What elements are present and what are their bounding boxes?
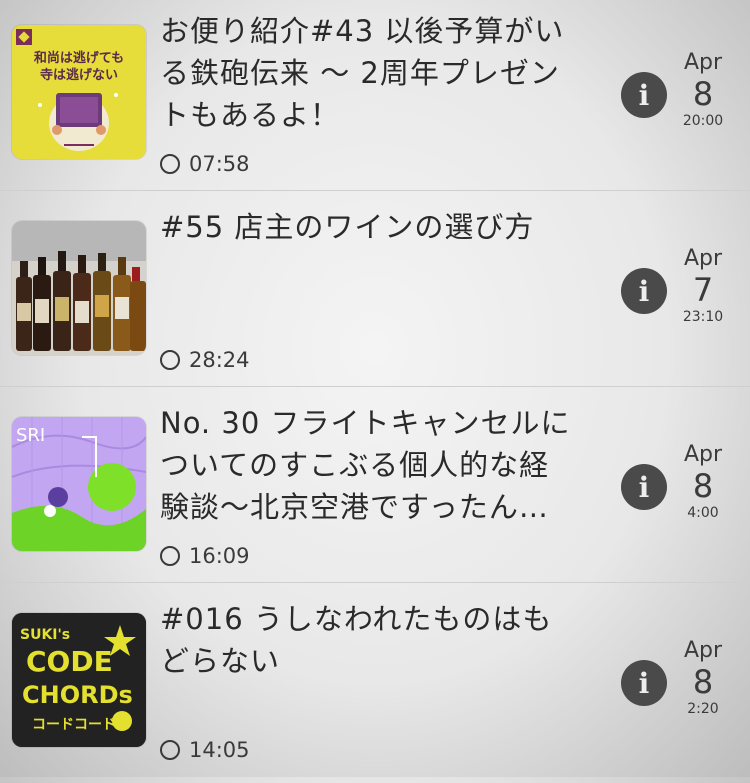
episode-date: Apr 8 20:00	[672, 50, 734, 130]
artwork-line-4: コードコード	[32, 717, 116, 733]
clock-icon	[160, 546, 180, 566]
date-month: Apr	[683, 442, 723, 467]
date-month: Apr	[683, 246, 723, 271]
row-divider	[0, 386, 750, 387]
clock-icon	[160, 740, 180, 760]
artwork-image	[12, 221, 146, 355]
info-icon: i	[638, 666, 650, 700]
episode-duration: 07:58	[160, 152, 250, 176]
duration-text: 07:58	[189, 152, 250, 176]
info-button[interactable]: i	[621, 268, 667, 314]
episode-date: Apr 8 4:00	[672, 442, 734, 522]
artwork-line-1: SUKI's	[20, 627, 70, 643]
episode-artwork: SRI	[12, 417, 146, 551]
duration-text: 16:09	[189, 544, 250, 568]
info-button[interactable]: i	[621, 660, 667, 706]
artwork-image: 和尚は逃げても 寺は逃げない	[12, 25, 146, 159]
clock-icon	[160, 154, 180, 174]
row-divider	[0, 190, 750, 191]
episode-row[interactable]: 和尚は逃げても 寺は逃げない お便り紹介#43 以後予算がい る鉄砲伝来 〜 2…	[0, 0, 750, 195]
artwork-line-1: SRI	[16, 425, 45, 446]
title-line: お便り紹介#43 以後予算がい	[160, 14, 565, 48]
clock-icon	[160, 350, 180, 370]
date-day: 8	[692, 75, 714, 113]
date-month: Apr	[683, 638, 723, 663]
info-icon: i	[638, 274, 650, 308]
episode-artwork: SUKI's CODE CHORDs コードコード	[12, 613, 146, 747]
episode-date: Apr 8 2:20	[672, 638, 734, 718]
title-line: ついてのすこぶる個人的な経	[160, 448, 550, 482]
date-time: 23:10	[682, 309, 724, 325]
duration-text: 14:05	[189, 738, 250, 762]
title-line: どらない	[160, 644, 281, 678]
episode-date: Apr 7 23:10	[672, 246, 734, 326]
info-icon: i	[638, 470, 650, 504]
date-time: 4:00	[687, 505, 719, 521]
episode-title: お便り紹介#43 以後予算がい る鉄砲伝来 〜 2周年プレゼン トもあるよ！	[160, 10, 615, 136]
episode-duration: 14:05	[160, 738, 250, 762]
episode-row[interactable]: SRI No. 30 フライトキャンセルに ついてのすこぶる個人的な経 験談〜北…	[0, 392, 750, 587]
episode-row[interactable]: SUKI's CODE CHORDs コードコード #016 うしなわれたものは…	[0, 588, 750, 783]
artwork-image: SUKI's CODE CHORDs コードコード	[12, 613, 146, 747]
episode-title: #016 うしなわれたものはも どらない	[160, 598, 615, 682]
artwork-line-1: 和尚は逃げても	[34, 50, 124, 66]
artwork-line-2: CODE	[26, 645, 113, 678]
date-day: 8	[692, 663, 714, 701]
date-day: 7	[692, 271, 714, 309]
artwork-image: SRI	[12, 417, 146, 551]
info-button[interactable]: i	[621, 464, 667, 510]
date-time: 20:00	[682, 113, 724, 129]
info-icon: i	[638, 78, 650, 112]
episode-title: No. 30 フライトキャンセルに ついてのすこぶる個人的な経 験談〜北京空港で…	[160, 402, 615, 528]
duration-text: 28:24	[189, 348, 250, 372]
episode-list: 和尚は逃げても 寺は逃げない お便り紹介#43 以後予算がい る鉄砲伝来 〜 2…	[0, 0, 750, 777]
info-button[interactable]: i	[621, 72, 667, 118]
date-month: Apr	[683, 50, 723, 75]
artwork-line-3: CHORDs	[22, 681, 133, 709]
episode-row[interactable]: #55 店主のワインの選び方 28:24 i Apr 7 23:10	[0, 196, 750, 391]
date-time: 2:20	[687, 701, 719, 717]
episode-duration: 28:24	[160, 348, 250, 372]
title-line: #016 うしなわれたものはも	[160, 602, 553, 636]
title-line: 験談〜北京空港ですったん…	[160, 490, 549, 524]
episode-duration: 16:09	[160, 544, 250, 568]
title-line: トもあるよ！	[160, 98, 341, 132]
title-line: る鉄砲伝来 〜 2周年プレゼン	[160, 56, 560, 90]
date-day: 8	[692, 467, 714, 505]
row-divider	[0, 582, 750, 583]
episode-artwork: 和尚は逃げても 寺は逃げない	[12, 25, 146, 159]
title-line: #55 店主のワインの選び方	[160, 210, 535, 244]
episode-artwork	[12, 221, 146, 355]
title-line: No. 30 フライトキャンセルに	[160, 406, 571, 440]
episode-title: #55 店主のワインの選び方	[160, 206, 615, 248]
artwork-line-2: 寺は逃げない	[40, 67, 118, 83]
